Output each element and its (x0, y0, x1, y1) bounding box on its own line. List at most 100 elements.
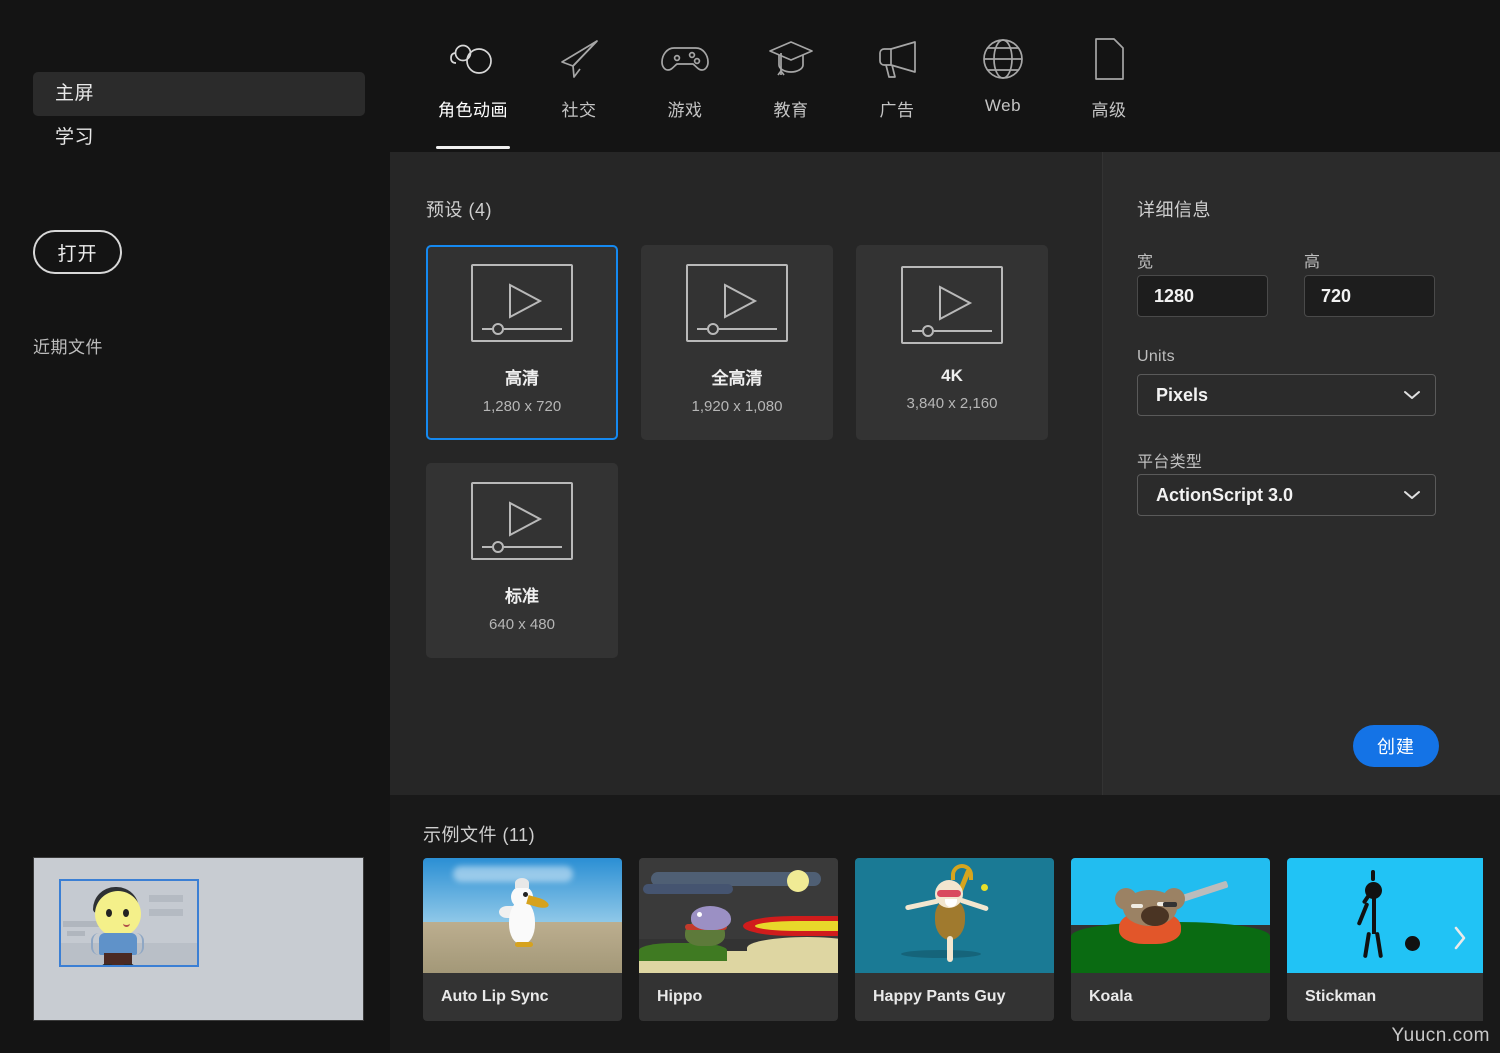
units-select-value: Pixels (1156, 384, 1209, 405)
sample-card-stickman-label: Stickman (1305, 988, 1377, 1005)
preset-card-4k[interactable]: 4K 3,840 x 2,160 (856, 245, 1048, 440)
sample-files-row: Auto Lip Sync Hippo Happy Pants Guy Koal… (423, 858, 1483, 1021)
megaphone-icon (873, 34, 921, 84)
character-animation-icon (447, 34, 499, 84)
height-input[interactable] (1304, 275, 1435, 317)
sample-card-auto-lip-sync[interactable]: Auto Lip Sync (423, 858, 622, 1021)
tab-character-animation[interactable]: 角色动画 (420, 0, 526, 152)
samples-next-arrow-icon[interactable] (1445, 920, 1475, 956)
recent-file-preview[interactable] (33, 857, 364, 1021)
koala-eye-icon (1131, 904, 1143, 908)
tab-advertising-label: 广告 (879, 101, 915, 120)
bird-feet-icon (515, 942, 533, 947)
sample-thumbnail-hippo (639, 858, 838, 973)
bird-eye-icon (523, 892, 528, 897)
height-label: 高 (1304, 254, 1321, 271)
platform-select[interactable]: ActionScript 3.0 (1137, 474, 1436, 516)
sample-card-auto-lip-sync-label: Auto Lip Sync (441, 988, 549, 1005)
preset-card-hd[interactable]: 高清 1,280 x 720 (426, 245, 618, 440)
tab-advanced-label: 高级 (1091, 101, 1127, 120)
sidebar-nav: 主屏 学习 (33, 72, 365, 160)
tab-education[interactable]: 教育 (738, 0, 844, 152)
preset-card-4k-name: 4K (941, 366, 963, 385)
tab-games[interactable]: 游戏 (632, 0, 738, 152)
preview-character-body-icon (99, 933, 137, 955)
recent-files-label: 近期文件 (33, 338, 103, 357)
preset-card-standard-dimensions: 640 x 480 (489, 615, 555, 633)
sidebar-item-home-label: 主屏 (55, 83, 95, 104)
document-icon (1092, 34, 1126, 84)
units-select[interactable]: Pixels (1137, 374, 1436, 416)
video-player-icon (470, 263, 574, 348)
sample-thumbnail-koala (1071, 858, 1270, 973)
sample-files-title: 示例文件 (11) (423, 825, 536, 845)
open-button[interactable]: 打开 (33, 230, 122, 274)
preset-card-hd-name: 高清 (505, 368, 539, 388)
preset-grid: 高清 1,280 x 720 全高清 1,920 x 1,080 4K 3,84… (426, 245, 1066, 658)
hippo-eye-icon (697, 912, 702, 917)
stickman-torso-icon (1372, 898, 1376, 934)
tab-social[interactable]: 社交 (526, 0, 632, 152)
chevron-down-icon (1403, 489, 1421, 501)
preview-decor-strip (149, 909, 183, 916)
sidebar-item-home[interactable]: 主屏 (33, 72, 365, 116)
preset-card-full-hd-dimensions: 1,920 x 1,080 (691, 397, 783, 415)
preview-stage-thumbnail (59, 879, 199, 967)
thumb-cloud (643, 884, 733, 894)
paper-plane-icon (557, 34, 601, 84)
sample-card-hippo[interactable]: Hippo (639, 858, 838, 1021)
width-label: 宽 (1137, 254, 1154, 271)
watermark: Yuucn.com (1391, 1025, 1490, 1046)
preset-card-standard-name: 标准 (505, 586, 539, 606)
tab-advertising[interactable]: 广告 (844, 0, 950, 152)
width-input[interactable] (1137, 275, 1268, 317)
cane-tip-icon (981, 884, 988, 891)
sample-card-koala[interactable]: Koala (1071, 858, 1270, 1021)
create-button[interactable]: 创建 (1353, 725, 1439, 767)
preview-character-foot-icon (102, 964, 113, 965)
video-player-icon (900, 265, 1004, 350)
preset-card-full-hd[interactable]: 全高清 1,920 x 1,080 (641, 245, 833, 440)
preview-decor-strip (149, 895, 183, 902)
sample-thumbnail-happy-pants-guy-dance (855, 858, 1054, 973)
cane-handle-icon (951, 864, 973, 880)
sample-thumbnail-auto-lip-sync (423, 858, 622, 973)
preset-card-standard[interactable]: 标准 640 x 480 (426, 463, 618, 658)
tab-web[interactable]: Web (950, 0, 1056, 152)
presets-title: 预设 (4) (426, 200, 492, 220)
thumb-grass (639, 943, 727, 961)
preview-character-eye-icon (106, 909, 112, 917)
koala-nose-icon (1141, 906, 1169, 926)
tab-advanced[interactable]: 高级 (1056, 0, 1162, 152)
chevron-down-icon (1403, 389, 1421, 401)
guy-sunglasses-icon (937, 890, 961, 897)
bird-crest-icon (515, 878, 529, 888)
presets-area: 预设 (4) 高清 1,280 x 720 全高清 1,920 x 1,080 … (390, 152, 1102, 795)
sidebar-item-learn[interactable]: 学习 (33, 116, 365, 160)
preview-character-foot-icon (123, 964, 134, 965)
thumb-dune (747, 937, 838, 959)
thumb-cloud (453, 866, 573, 882)
platform-select-value: ActionScript 3.0 (1156, 484, 1294, 505)
sidebar-item-learn-label: 学习 (55, 127, 95, 148)
gamepad-icon (660, 34, 710, 84)
tab-social-label: 社交 (561, 101, 597, 120)
sample-card-happy-pants-guy-dance[interactable]: Happy Pants Guy Dance (855, 858, 1054, 1021)
platform-label: 平台类型 (1137, 454, 1203, 471)
video-player-icon (470, 481, 574, 566)
preview-decor-strip (63, 921, 99, 927)
animate-start-screen: 主屏 学习 打开 近期文件 角色动画 社交 游戏 教育 广告 Web 高级 预设… (0, 0, 1500, 1053)
guy-leg-icon (947, 936, 953, 962)
tab-web-label: Web (984, 96, 1022, 115)
stickman-hair-icon (1371, 870, 1375, 881)
sample-card-koala-label: Koala (1089, 988, 1133, 1005)
sample-card-happy-pants-guy-dance-label: Happy Pants Guy Dance (873, 988, 1006, 1005)
globe-icon (981, 34, 1025, 84)
sword-hilt-icon (1163, 902, 1177, 907)
tab-games-label: 游戏 (667, 101, 703, 120)
tab-education-label: 教育 (773, 101, 809, 120)
video-player-icon (685, 263, 789, 348)
graduation-cap-icon (767, 34, 815, 84)
units-label: Units (1137, 348, 1175, 365)
hippo-head-icon (691, 906, 731, 930)
